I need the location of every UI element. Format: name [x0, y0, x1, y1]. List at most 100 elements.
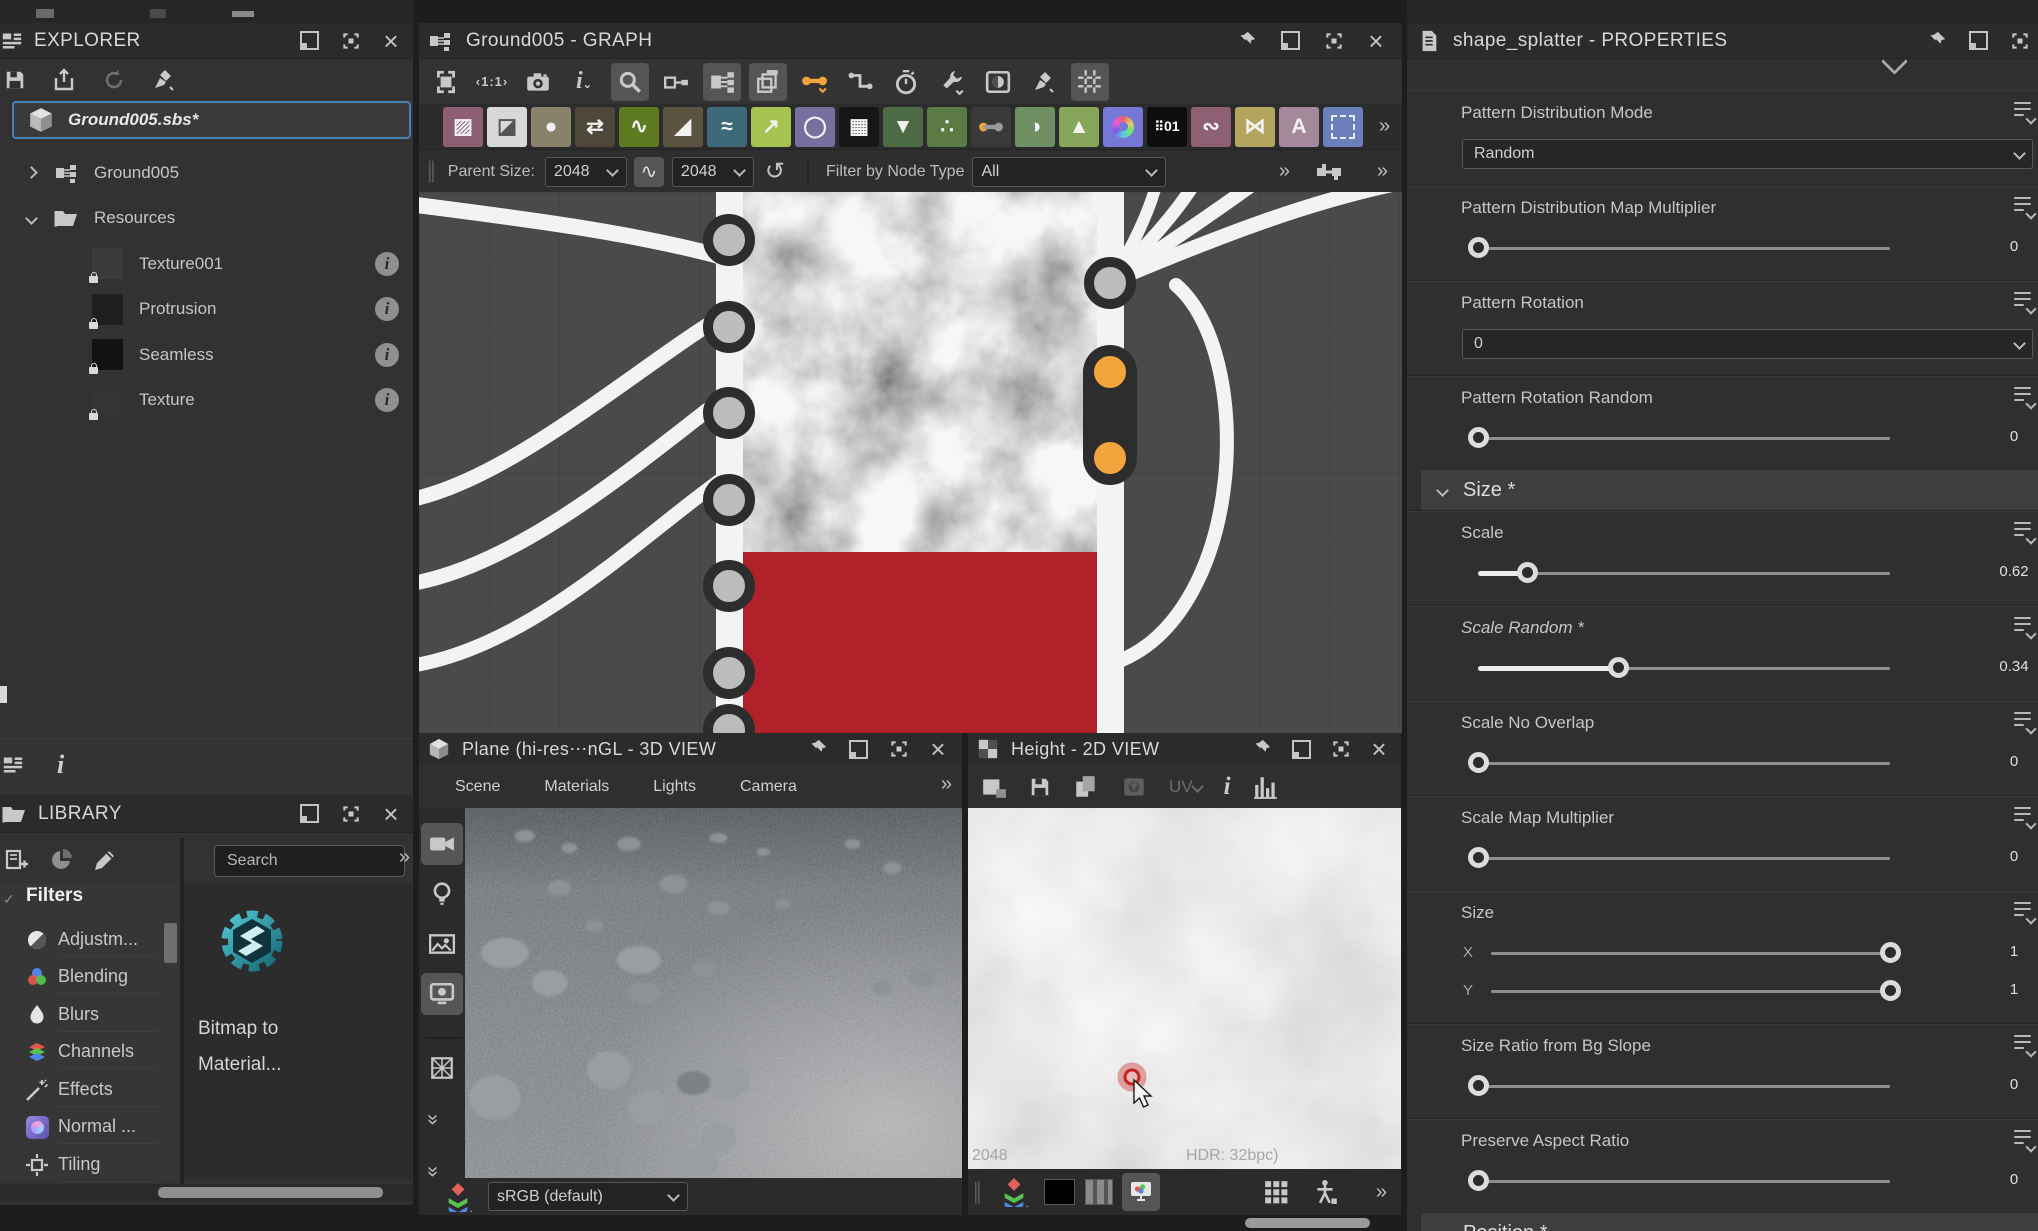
- zoom-actual-icon[interactable]: ‹1:1›: [473, 63, 511, 101]
- new-view-icon[interactable]: [981, 774, 1007, 800]
- param-slider[interactable]: 0: [1461, 424, 2038, 454]
- library-category-adjustm[interactable]: Adjustm...: [0, 921, 158, 958]
- expander-right-icon[interactable]: [25, 166, 38, 179]
- display-settings-icon[interactable]: [421, 973, 463, 1015]
- overflow-chevrons[interactable]: »: [1376, 1181, 1387, 1204]
- refresh-icon[interactable]: [102, 68, 126, 92]
- library-category-blurs[interactable]: Blurs: [0, 996, 158, 1033]
- close-icon[interactable]: ×: [930, 739, 946, 759]
- param-slider[interactable]: 0.62: [1461, 559, 2038, 589]
- marquee-select-node-icon[interactable]: [1323, 107, 1363, 147]
- filter-pie-icon[interactable]: [49, 848, 73, 872]
- gradient-node-icon[interactable]: ▼: [883, 107, 923, 147]
- param-input[interactable]: 0: [1462, 329, 2033, 359]
- parameter-menu-icon[interactable]: [2014, 101, 2036, 121]
- tree-row-protrusion[interactable]: Protrusioni: [0, 287, 413, 332]
- blur-node-icon[interactable]: ●: [531, 107, 571, 147]
- node-pair-icon[interactable]: [1312, 160, 1342, 184]
- overflow-chevrons[interactable]: »: [1379, 115, 1390, 138]
- mannequin-icon[interactable]: [1313, 1179, 1339, 1205]
- warp-node-icon[interactable]: ≈: [707, 107, 747, 147]
- channel-select-icon[interactable]: [444, 1182, 472, 1212]
- library-category-effects[interactable]: Effects: [0, 1071, 158, 1108]
- param-slider[interactable]: 0: [1461, 1072, 2038, 1102]
- float-window-icon[interactable]: [300, 31, 319, 50]
- pin-icon[interactable]: [806, 738, 828, 760]
- clean-icon[interactable]: [152, 68, 176, 92]
- bezier-curve-node-icon[interactable]: ∾: [1191, 107, 1231, 147]
- menu-scene[interactable]: Scene: [455, 778, 500, 796]
- view2d-viewport[interactable]: 2048 HDR: 32bpc): [968, 808, 1401, 1169]
- info-icon[interactable]: i: [1224, 773, 1231, 801]
- symmetry-node-icon[interactable]: ⋈: [1235, 107, 1275, 147]
- scatter-node-icon[interactable]: ∴: [927, 107, 967, 147]
- hsl-node-icon[interactable]: [1103, 107, 1143, 147]
- histogram-node-icon[interactable]: ▲: [1059, 107, 1099, 147]
- info-circle-icon[interactable]: i: [375, 297, 399, 321]
- tree-row-resources[interactable]: Resources: [0, 196, 413, 241]
- parameter-menu-icon[interactable]: [2014, 1034, 2036, 1054]
- clean-icon[interactable]: [1025, 63, 1063, 101]
- edit-pencil-icon[interactable]: [93, 848, 117, 872]
- float-window-icon[interactable]: [300, 804, 319, 823]
- slider-handle[interactable]: [1880, 942, 1901, 963]
- tree-row-ground005[interactable]: Ground005: [0, 150, 413, 195]
- library-hscrollbar-thumb[interactable]: [158, 1187, 383, 1198]
- param-slider[interactable]: 0: [1461, 1167, 2038, 1197]
- parameter-menu-icon[interactable]: [2014, 521, 2036, 541]
- grip-handle[interactable]: ║: [971, 1182, 984, 1203]
- slider-handle[interactable]: [1468, 1170, 1489, 1191]
- grid-icon[interactable]: [1263, 1179, 1289, 1205]
- parameter-menu-icon[interactable]: [2014, 616, 2036, 636]
- slider-handle[interactable]: [1468, 847, 1489, 868]
- make-it-tile-node-icon[interactable]: [971, 107, 1011, 147]
- search-icon[interactable]: [611, 63, 649, 101]
- video-camera-icon[interactable]: [421, 823, 463, 865]
- svg-node-icon[interactable]: ◪: [487, 107, 527, 147]
- param-slider[interactable]: 0: [1461, 844, 2038, 874]
- slope-blur-node-icon[interactable]: ◢: [663, 107, 703, 147]
- search-input[interactable]: Search: [214, 845, 405, 877]
- close-icon[interactable]: ×: [383, 804, 399, 824]
- menu-lights[interactable]: Lights: [653, 778, 696, 796]
- maximize-icon[interactable]: [2010, 31, 2030, 51]
- text-node-icon[interactable]: A: [1279, 107, 1319, 147]
- timer-icon[interactable]: [887, 63, 925, 101]
- collapse-chevrons[interactable]: »: [421, 1114, 444, 1125]
- pin-icon[interactable]: [1250, 738, 1272, 760]
- overflow-chevrons[interactable]: »: [941, 773, 952, 796]
- section-header-size[interactable]: Size *: [1421, 470, 2038, 510]
- frame-all-icon[interactable]: [427, 63, 465, 101]
- param-slider[interactable]: 0: [1461, 234, 2038, 264]
- save-icon[interactable]: [4, 69, 26, 91]
- graph-view-icon[interactable]: [703, 63, 741, 101]
- display-color-icon[interactable]: [1122, 1173, 1160, 1211]
- layers-view-icon[interactable]: [749, 63, 787, 101]
- parameter-menu-icon[interactable]: [2014, 386, 2036, 406]
- info-circle-icon[interactable]: i: [375, 388, 399, 412]
- param-slider[interactable]: Y1: [1461, 977, 2038, 1007]
- maximize-icon[interactable]: [1324, 31, 1344, 51]
- link-size-icon[interactable]: ∿: [634, 157, 664, 187]
- reset-size-icon[interactable]: ↺: [765, 157, 785, 186]
- distance-node-icon[interactable]: ↗: [751, 107, 791, 147]
- close-icon[interactable]: ×: [1371, 739, 1387, 759]
- bottom-scrollbar-thumb[interactable]: [1245, 1218, 1370, 1228]
- screenshot-icon[interactable]: [519, 63, 557, 101]
- library-category-tiling[interactable]: Tiling: [0, 1146, 158, 1183]
- parameter-menu-icon[interactable]: [2014, 196, 2036, 216]
- info-italic-icon[interactable]: i: [57, 750, 64, 780]
- close-icon[interactable]: ×: [1368, 31, 1384, 51]
- tree-structure-icon[interactable]: [3, 755, 23, 775]
- param-slider[interactable]: X1: [1461, 939, 2038, 969]
- library-category-blending[interactable]: Blending: [0, 959, 158, 996]
- export-icon[interactable]: [52, 68, 76, 92]
- connector-icon[interactable]: [841, 63, 879, 101]
- parent-size-height-dropdown[interactable]: 2048: [672, 157, 754, 187]
- float-window-icon[interactable]: [1292, 740, 1311, 759]
- background-gray-swatch[interactable]: [1085, 1179, 1113, 1205]
- node-output-pin-active[interactable]: [1089, 351, 1131, 393]
- slider-handle[interactable]: [1517, 562, 1538, 583]
- bit-depth-node-icon[interactable]: ⠿01: [1147, 107, 1187, 147]
- close-icon[interactable]: ×: [383, 31, 399, 51]
